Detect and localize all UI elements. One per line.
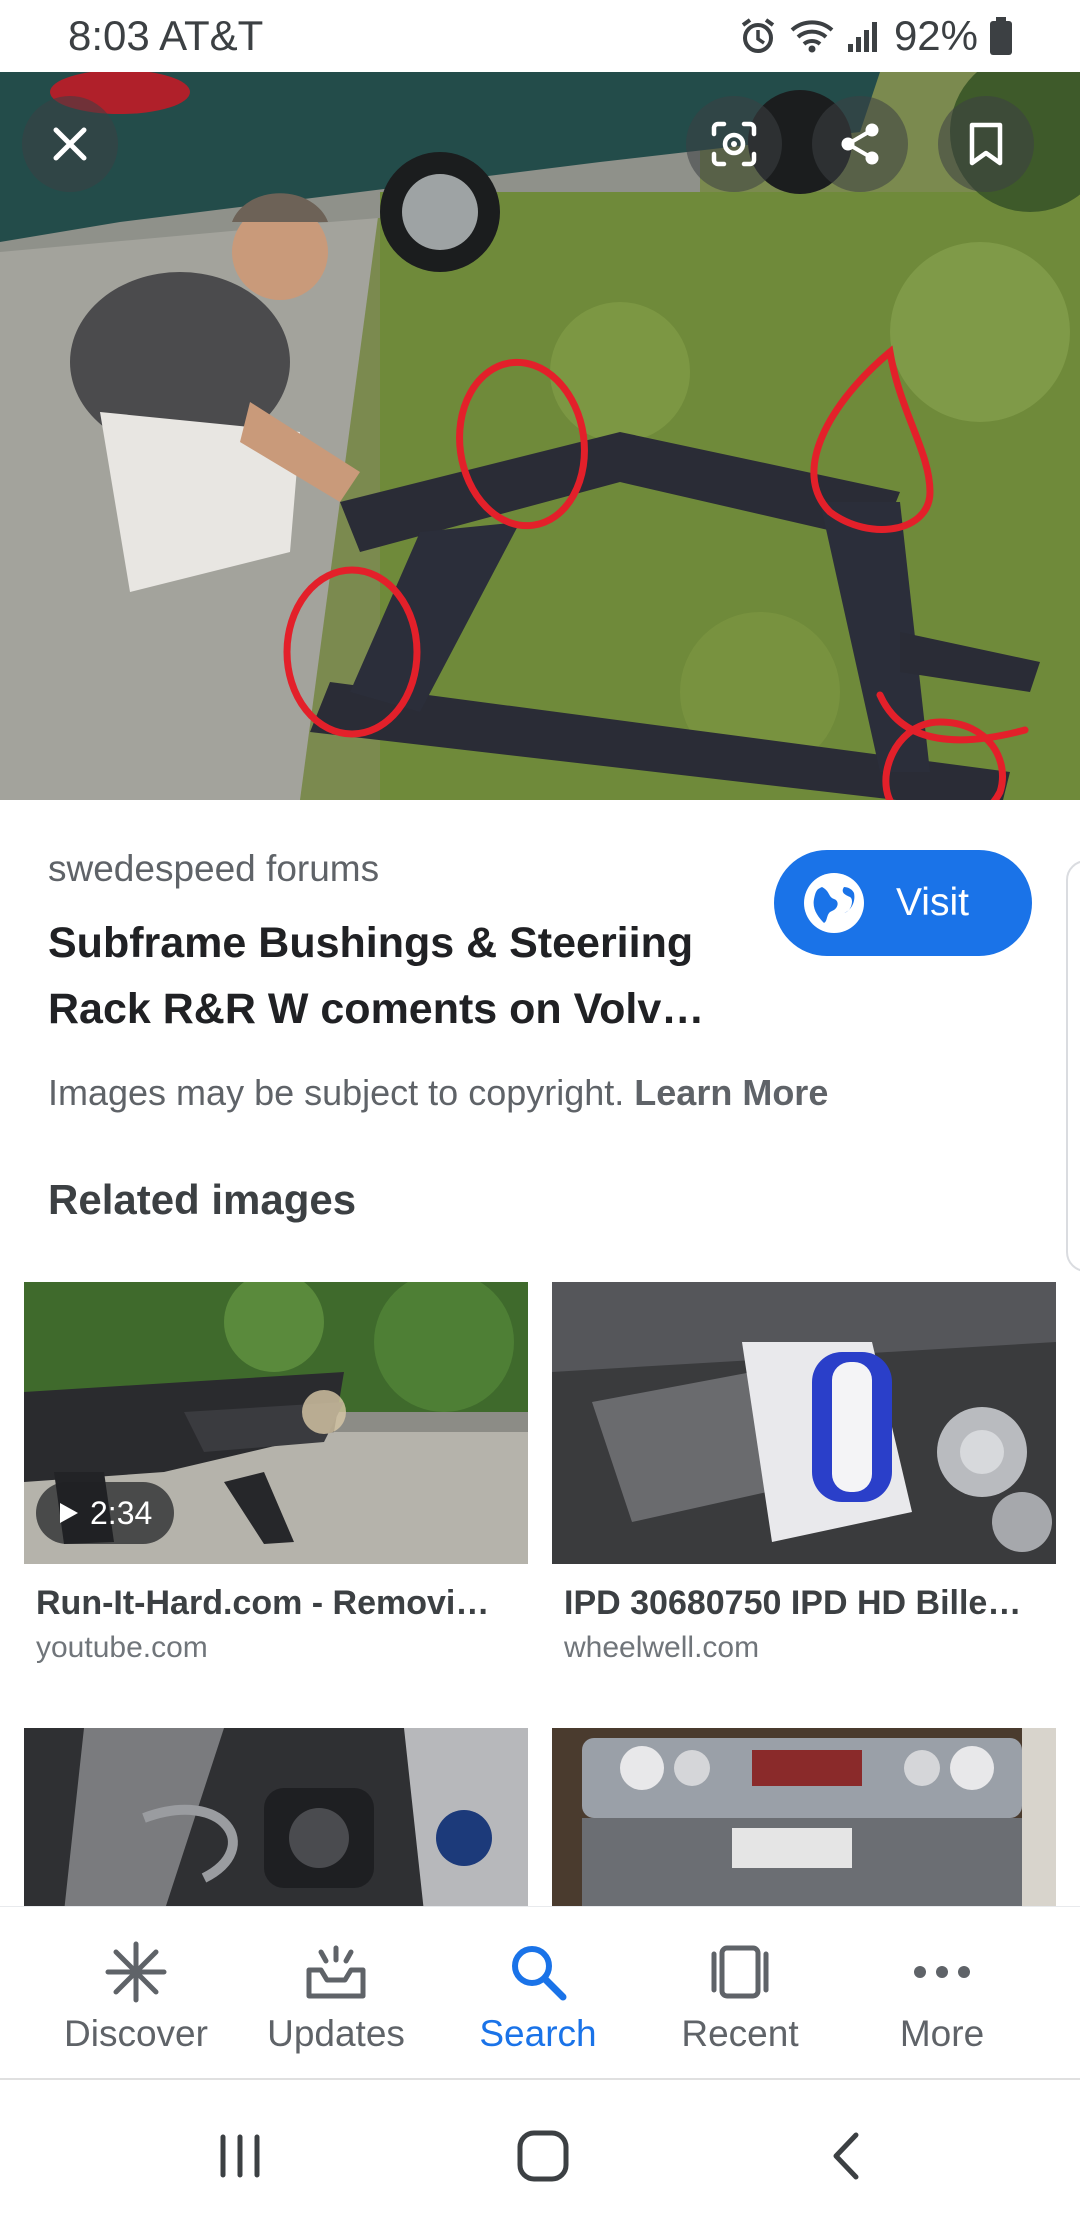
search-icon [508,1937,568,2007]
related-thumbnail[interactable] [24,1728,528,1912]
lens-button[interactable] [686,96,782,192]
nav-updates[interactable]: Updates [236,1907,436,2079]
result-title[interactable]: Subframe Bushings & Steeriing Rack R&R W… [48,910,738,1042]
visit-label: Visit [896,881,969,924]
status-time-carrier: 8:03 AT&T [68,12,264,59]
annotation-mark [876,691,1029,744]
recent-apps-icon [220,2134,260,2178]
video-duration-badge: 2:34 [36,1482,175,1544]
related-image-item[interactable] [552,1728,1056,1912]
related-source: wheelwell.com [564,1631,760,1664]
nav-label: Discover [64,2013,208,2054]
battery-icon [990,17,1012,55]
nav-recent[interactable]: Recent [640,1907,840,2079]
nav-search[interactable]: Search [438,1907,638,2079]
related-image-item[interactable]: 2:34 Run-It-Hard.com - Removi… youtube.c… [24,1282,528,1665]
recent-icon [708,1937,772,2007]
share-button[interactable] [812,96,908,192]
home-icon [517,2130,569,2182]
back-button[interactable] [806,2116,886,2196]
back-icon [833,2132,859,2180]
side-panel-edge[interactable] [1066,860,1080,1272]
related-source: youtube.com [36,1631,208,1664]
lens-icon [711,121,757,167]
related-image-item[interactable]: IPD 30680750 IPD HD Bille… wheelwell.com [552,1282,1056,1665]
close-button[interactable] [22,96,118,192]
related-thumbnail[interactable] [552,1728,1056,1912]
play-icon [60,1503,78,1523]
nav-label: Recent [681,2013,799,2054]
recents-button[interactable] [200,2116,280,2196]
signal-icon [846,18,882,54]
status-bar: 8:03 AT&T 92% [0,0,1080,72]
wifi-icon [790,18,834,54]
bottom-navigation: Discover Updates Search Recent More [0,1906,1080,2078]
save-button[interactable] [938,96,1034,192]
related-images-heading: Related images [48,1176,357,1223]
related-thumbnail[interactable]: 2:34 [24,1282,528,1564]
bookmark-icon [969,122,1003,166]
home-button[interactable] [503,2116,583,2196]
copyright-notice: Images may be subject to copyright. Lear… [48,1072,828,1114]
asterisk-icon [104,1937,168,2007]
related-thumbnail[interactable] [552,1282,1056,1564]
nav-label: Search [479,2013,597,2054]
globe-icon [804,873,864,933]
more-icon [912,1937,972,2007]
alarm-icon [738,16,778,56]
related-title: Run-It-Hard.com - Removi… [36,1584,490,1622]
share-icon [841,123,879,165]
system-navigation [0,2078,1080,2220]
result-source: swedespeed forums [48,848,380,889]
updates-icon [303,1937,369,2007]
close-icon [53,127,87,161]
status-icons: 92% [738,12,1012,60]
nav-label: Updates [267,2013,405,2054]
related-title: IPD 30680750 IPD HD Bille… [564,1584,1022,1622]
learn-more-link[interactable]: Learn More [634,1072,828,1113]
nav-discover[interactable]: Discover [36,1907,236,2079]
copyright-text: Images may be subject to copyright. [48,1072,625,1113]
battery-percent: 92% [893,12,978,59]
nav-label: More [899,2013,985,2054]
nav-more[interactable]: More [842,1907,1042,2079]
visit-button[interactable]: Visit [774,850,1032,956]
video-duration: 2:34 [90,1494,153,1531]
related-image-item[interactable] [24,1728,528,1912]
